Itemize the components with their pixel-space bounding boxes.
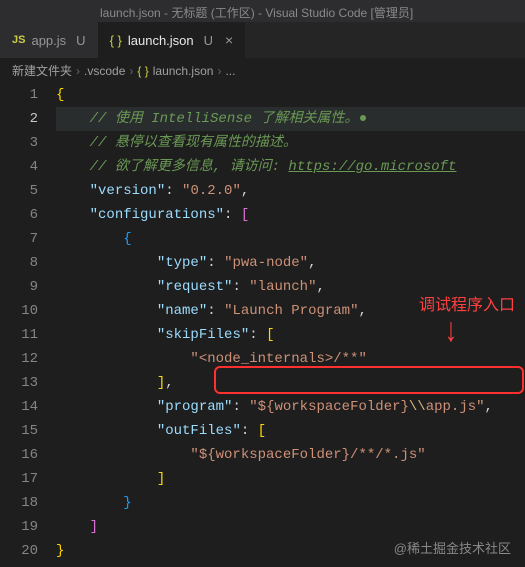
code-line[interactable]: { bbox=[56, 227, 525, 251]
chevron-right-icon: › bbox=[217, 64, 221, 78]
js-icon: JS bbox=[12, 34, 25, 46]
code-line[interactable]: "program": "${workspaceFolder}\\app.js", bbox=[56, 395, 525, 419]
code-line[interactable]: // 欲了解更多信息, 请访问: https://go.microsoft bbox=[56, 155, 525, 179]
chevron-right-icon: › bbox=[76, 64, 80, 78]
code-content[interactable]: { // 使用 IntelliSense 了解相关属性。 // 悬停以查看现有属… bbox=[56, 83, 525, 563]
code-line[interactable]: "${workspaceFolder}/**/*.js" bbox=[56, 443, 525, 467]
code-line[interactable]: "type": "pwa-node", bbox=[56, 251, 525, 275]
annotation-label: 调试程序入口 bbox=[419, 291, 515, 315]
tab-app-js[interactable]: JS app.js U bbox=[0, 22, 98, 58]
git-status-badge: U bbox=[76, 33, 85, 48]
code-line[interactable]: "outFiles": [ bbox=[56, 419, 525, 443]
breadcrumb-segment[interactable]: .vscode bbox=[84, 64, 125, 78]
breadcrumb-segment[interactable]: ... bbox=[225, 64, 235, 78]
tab-label: app.js bbox=[31, 33, 66, 48]
json-icon: { } bbox=[137, 64, 148, 78]
window-titlebar: launch.json - 无标题 (工作区) - Visual Studio … bbox=[0, 0, 525, 22]
json-icon: { } bbox=[110, 33, 122, 48]
tab-launch-json[interactable]: { } launch.json U × bbox=[98, 22, 246, 58]
chevron-right-icon: › bbox=[129, 64, 133, 78]
code-line[interactable]: // 悬停以查看现有属性的描述。 bbox=[56, 131, 525, 155]
editor-tabs: JS app.js U { } launch.json U × bbox=[0, 22, 525, 58]
tab-label: launch.json bbox=[128, 33, 194, 48]
arrow-down-icon: ↓ bbox=[445, 311, 457, 350]
code-line[interactable]: // 使用 IntelliSense 了解相关属性。 bbox=[56, 107, 525, 131]
code-line[interactable]: ] bbox=[56, 467, 525, 491]
code-line[interactable]: "version": "0.2.0", bbox=[56, 179, 525, 203]
breadcrumb-segment[interactable]: 新建文件夹 bbox=[12, 62, 72, 79]
breadcrumb-segment[interactable]: launch.json bbox=[153, 64, 214, 78]
code-editor[interactable]: 1 2 3 4 5 6 7 8 9 10 11 12 13 14 15 16 1… bbox=[0, 83, 525, 563]
close-icon[interactable]: × bbox=[225, 32, 233, 48]
breadcrumb[interactable]: 新建文件夹 › .vscode › { } launch.json › ... bbox=[0, 58, 525, 83]
code-line[interactable]: ], bbox=[56, 371, 525, 395]
code-line[interactable]: { bbox=[56, 83, 525, 107]
suggest-indicator-icon bbox=[360, 115, 366, 121]
code-line[interactable]: } bbox=[56, 491, 525, 515]
git-status-badge: U bbox=[204, 33, 213, 48]
code-line[interactable]: ] bbox=[56, 515, 525, 539]
line-gutter: 1 2 3 4 5 6 7 8 9 10 11 12 13 14 15 16 1… bbox=[0, 83, 56, 563]
watermark: @稀土掘金技术社区 bbox=[394, 538, 511, 557]
code-line[interactable]: "configurations": [ bbox=[56, 203, 525, 227]
